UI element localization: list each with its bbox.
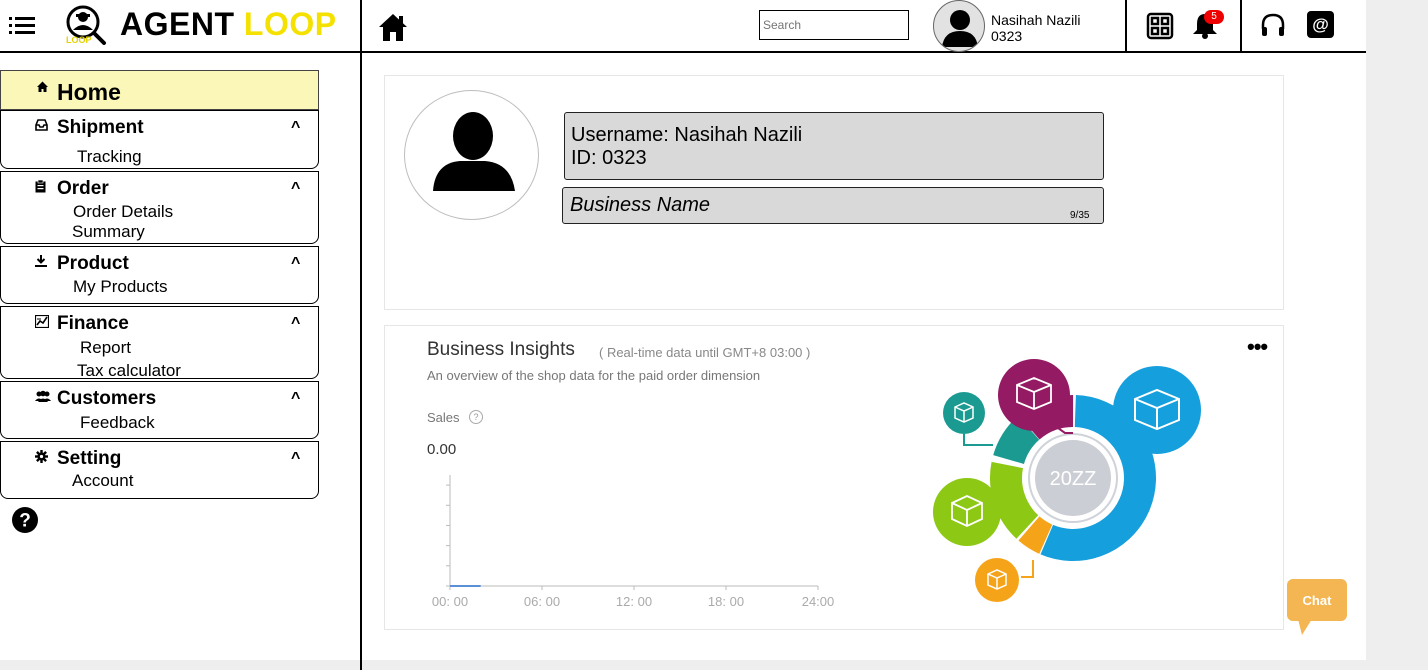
more-options-button[interactable]: ••• xyxy=(1247,334,1268,360)
download-icon xyxy=(35,255,47,267)
help-icon[interactable]: ? xyxy=(12,507,38,533)
sidebar-subitem-summary[interactable]: Summary xyxy=(72,222,145,242)
header-divider xyxy=(1125,0,1127,53)
inbox-icon xyxy=(35,119,48,131)
insights-description: An overview of the shop data for the pai… xyxy=(427,368,761,383)
sales-line-chart: 00: 00 06: 00 12: 00 18: 00 24:00 xyxy=(432,475,835,609)
caret-up-icon[interactable]: ^ xyxy=(291,390,300,408)
business-name-field[interactable]: Business Name 9/35 xyxy=(562,187,1104,224)
chart-icon xyxy=(35,315,49,328)
sidebar-group-customers: Customers ^ Feedback xyxy=(0,381,319,439)
business-name-char-count: 9/35 xyxy=(1070,210,1090,221)
sidebar-group-product: Product ^ My Products xyxy=(0,246,319,304)
connector-line xyxy=(963,434,993,446)
clipboard-icon xyxy=(35,180,46,193)
sidebar-group-shipment: Shipment ^ Tracking xyxy=(0,110,319,169)
sidebar-group-order: Order ^ Order Details Summary xyxy=(0,171,319,244)
sales-label: Sales xyxy=(427,410,460,425)
svg-text:?: ? xyxy=(19,511,31,532)
sidebar-item-label: Product xyxy=(57,253,129,274)
user-silhouette-icon xyxy=(433,112,515,191)
header-user-id: 0323 xyxy=(991,28,1023,44)
x-tick-label: 18: 00 xyxy=(708,594,744,609)
profile-id: ID: 0323 xyxy=(571,147,647,169)
sidebar-item-label: Finance xyxy=(57,313,129,334)
sidebar-item-customers[interactable]: Customers ^ xyxy=(1,382,318,409)
sidebar-group-setting: Setting ^ Account xyxy=(0,441,319,499)
insights-infographic: 20ZZ xyxy=(933,359,1201,602)
sidebar-divider xyxy=(360,0,362,670)
brand-name: AGENT LOOP xyxy=(120,6,337,43)
logo-subtext: LOOP xyxy=(66,35,92,45)
profile-info-box: Username: Nasihah Nazili ID: 0323 xyxy=(564,112,1104,180)
sales-value: 0.00 xyxy=(427,441,457,458)
menu-icon[interactable] xyxy=(9,15,35,35)
grid-icon[interactable] xyxy=(1146,12,1174,40)
header-divider xyxy=(1240,0,1242,53)
caret-up-icon[interactable]: ^ xyxy=(291,255,300,273)
sales-help-icon[interactable]: ? xyxy=(469,410,483,424)
users-icon xyxy=(35,390,51,402)
home-icon[interactable] xyxy=(376,10,410,44)
sidebar-group-finance: Finance ^ Report Tax calculator xyxy=(0,306,319,381)
insights-title: Business Insights xyxy=(427,339,575,360)
sidebar-item-home[interactable]: Home xyxy=(0,70,319,110)
x-tick-label: 24:00 xyxy=(802,594,835,609)
notification-badge: 5 xyxy=(1204,10,1224,24)
gear-icon xyxy=(35,450,48,463)
sidebar-item-label: Customers xyxy=(57,388,157,409)
svg-text:@: @ xyxy=(1312,15,1329,34)
caret-up-icon[interactable]: ^ xyxy=(291,180,300,198)
sidebar-subitem-report[interactable]: Report xyxy=(80,338,131,358)
sidebar-subitem-tracking[interactable]: Tracking xyxy=(77,147,142,167)
insights-note: ( Real-time data until GMT+8 03:00 ) xyxy=(599,345,811,360)
sidebar-subitem-order-details[interactable]: Order Details xyxy=(73,202,173,222)
chat-label: Chat xyxy=(1302,593,1332,608)
x-tick-label: 00: 00 xyxy=(432,594,468,609)
profile-username: Username: Nasihah Nazili xyxy=(571,124,803,146)
header-user-name: Nasihah Nazili xyxy=(991,12,1081,28)
x-tick-label: 12: 00 xyxy=(616,594,652,609)
brand-part-agent: AGENT xyxy=(120,6,235,42)
profile-picture[interactable] xyxy=(404,90,539,220)
sidebar-subitem-feedback[interactable]: Feedback xyxy=(80,413,155,433)
connector-line xyxy=(1021,560,1034,578)
user-silhouette-icon xyxy=(942,10,978,47)
right-gutter xyxy=(1366,0,1428,670)
x-tick-label: 06: 00 xyxy=(524,594,560,609)
page: LOOP AGENT LOOP Nasihah Nazili 0323 xyxy=(0,0,1428,670)
caret-up-icon[interactable]: ^ xyxy=(291,119,300,137)
sidebar-item-setting[interactable]: Setting ^ xyxy=(1,442,318,469)
sidebar-subitem-my-products[interactable]: My Products xyxy=(73,277,167,297)
caret-up-icon[interactable]: ^ xyxy=(291,450,300,468)
search-input[interactable] xyxy=(759,10,909,40)
chat-bubble-tail xyxy=(1298,619,1312,635)
sidebar-subitem-tax-calculator[interactable]: Tax calculator xyxy=(77,361,181,381)
bottom-strip xyxy=(0,660,1366,670)
sidebar-item-finance[interactable]: Finance ^ xyxy=(1,307,318,334)
sidebar-item-label: Shipment xyxy=(57,117,144,138)
brand-part-loop: LOOP xyxy=(243,6,337,42)
sidebar-subitem-account[interactable]: Account xyxy=(72,471,133,491)
avatar[interactable] xyxy=(933,0,985,52)
sidebar-item-order[interactable]: Order ^ xyxy=(1,172,318,199)
top-header: LOOP AGENT LOOP Nasihah Nazili 0323 xyxy=(0,0,1366,53)
sidebar-item-label: Order xyxy=(57,178,109,199)
sidebar-item-product[interactable]: Product ^ xyxy=(1,247,318,274)
home-small-icon xyxy=(37,81,48,92)
sidebar-item-label: Setting xyxy=(57,448,122,469)
sidebar-item-shipment[interactable]: Shipment ^ xyxy=(1,111,318,138)
at-icon[interactable]: @ xyxy=(1307,11,1334,38)
infographic-center-text: 20ZZ xyxy=(1050,468,1097,490)
sidebar-item-label: Home xyxy=(57,79,121,105)
chat-button[interactable]: Chat xyxy=(1287,579,1347,621)
business-name-placeholder: Business Name xyxy=(570,194,711,216)
headset-icon[interactable] xyxy=(1259,12,1287,40)
caret-up-icon[interactable]: ^ xyxy=(291,315,300,333)
